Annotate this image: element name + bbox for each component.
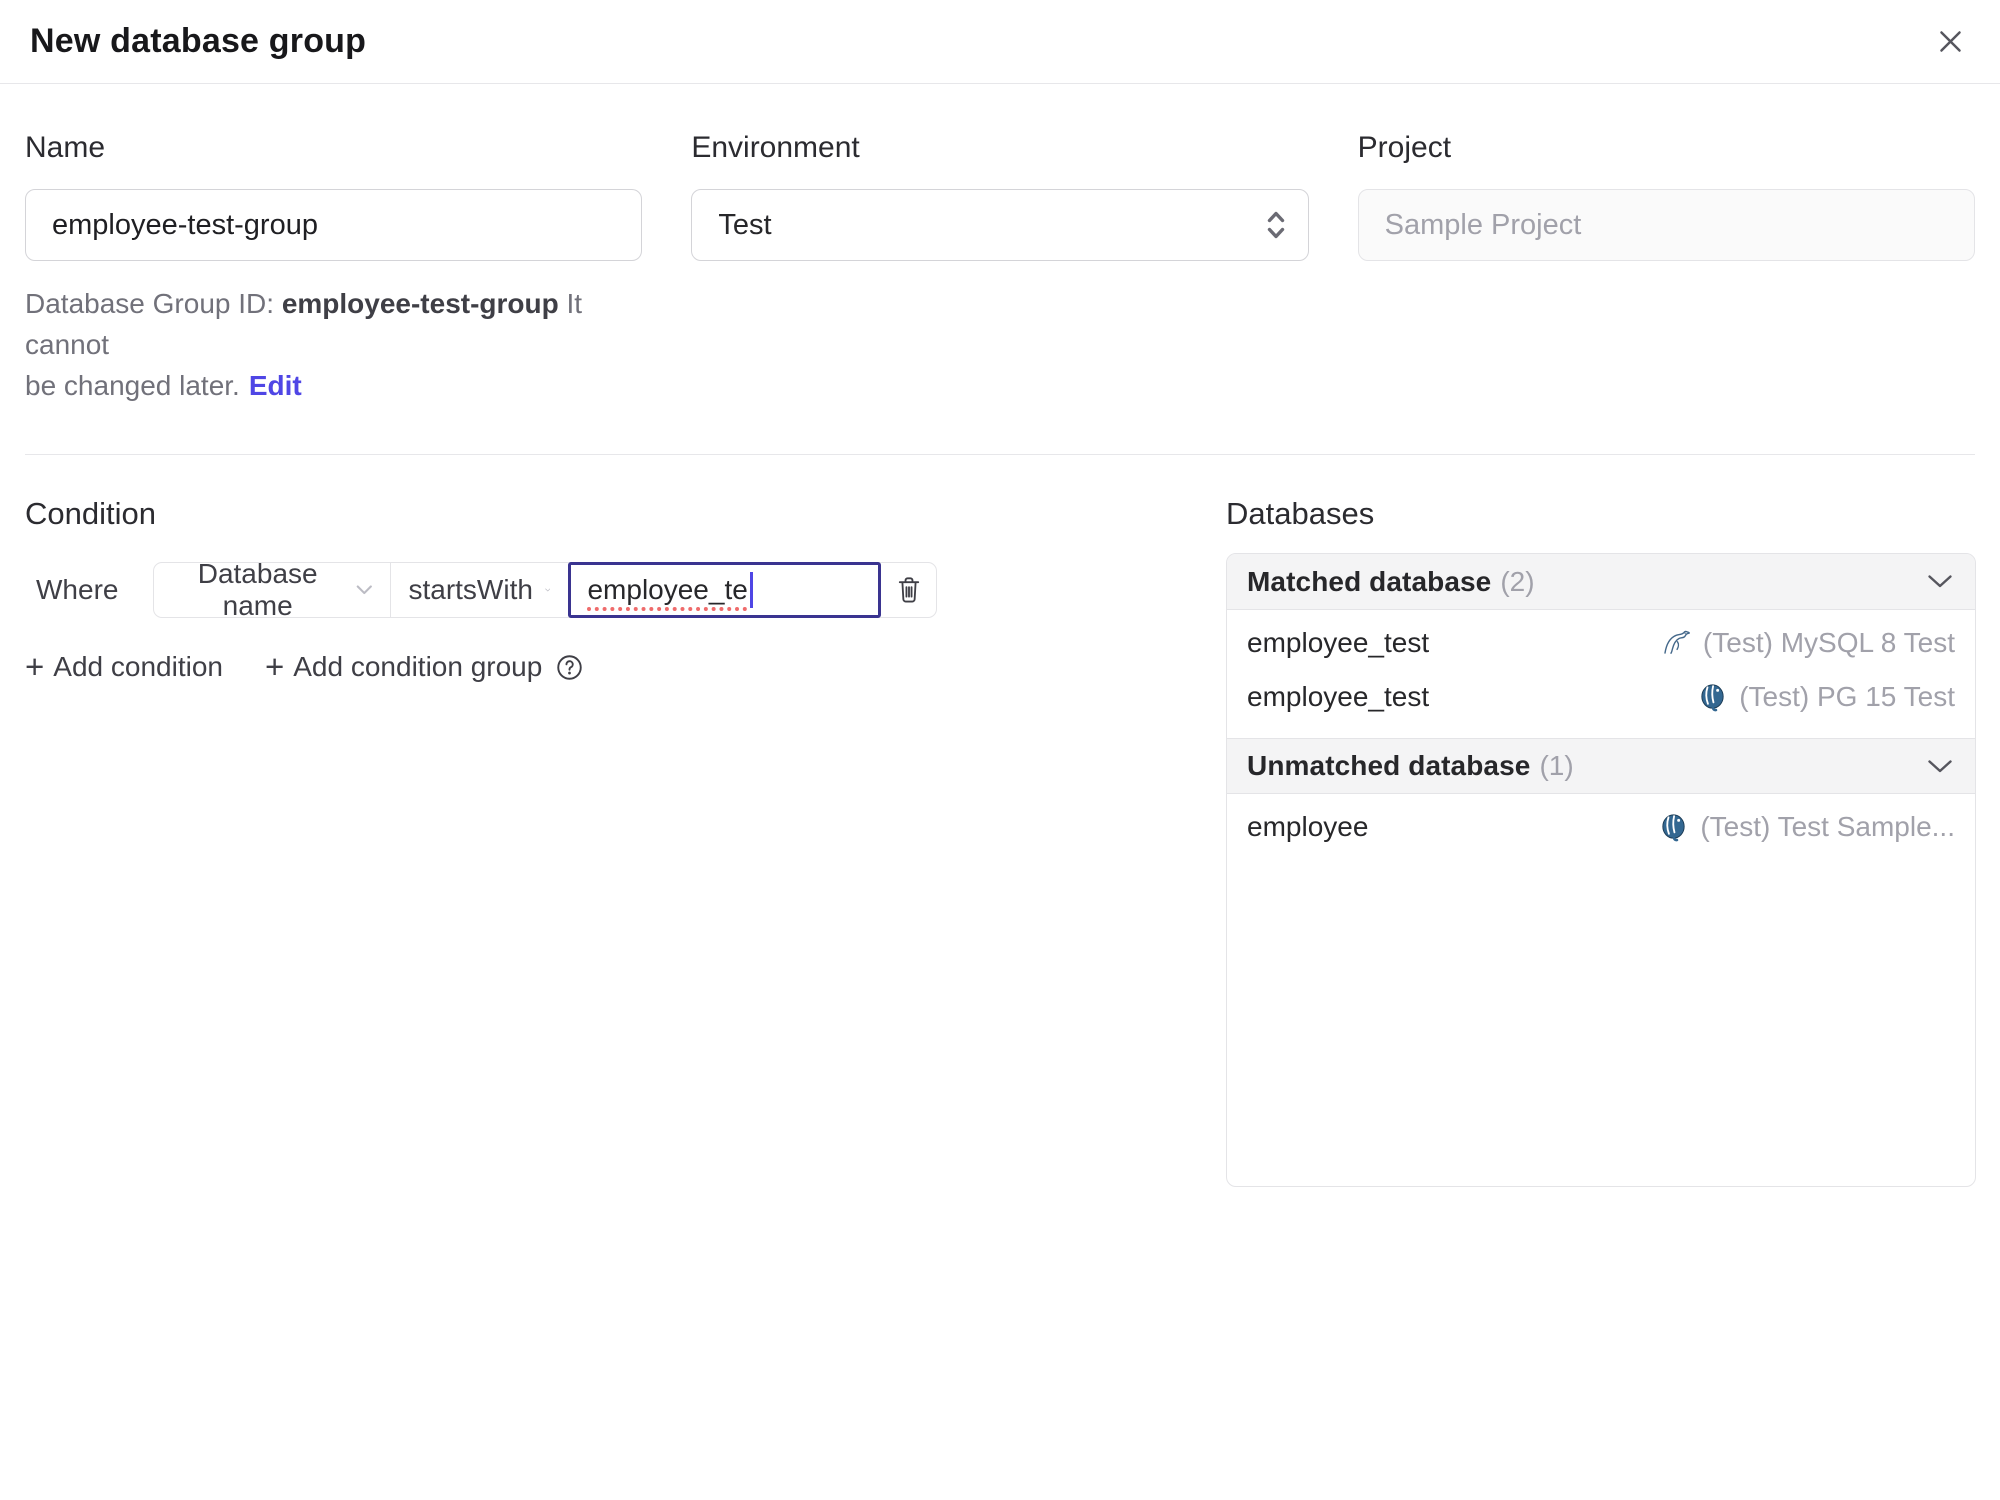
- condition-actions: + Add condition + Add condition group: [25, 648, 1226, 685]
- dialog-body: Name Database Group ID: employee-test-gr…: [0, 129, 2000, 1187]
- chevron-down-icon: [1928, 575, 1952, 588]
- condition-field-select[interactable]: Database name: [154, 558, 392, 621]
- database-instance-label: (Test) MySQL 8 Test: [1702, 627, 1955, 658]
- environment-value: Test: [718, 208, 772, 241]
- group-id-value: employee-test-group: [281, 288, 559, 319]
- question-circle-icon: [557, 654, 583, 680]
- condition-heading: Condition: [25, 496, 156, 531]
- chevron-up-down-icon: [1267, 211, 1284, 239]
- database-instance: (Test) PG 15 Test: [1697, 681, 1955, 713]
- section-divider: [25, 454, 1975, 455]
- group-id-note: Database Group ID: employee-test-group I…: [25, 283, 642, 406]
- trash-icon: [898, 577, 920, 603]
- condition-help-button[interactable]: [556, 654, 583, 681]
- database-name: employee_test: [1247, 681, 1430, 712]
- chevron-down-icon: [545, 588, 551, 592]
- unmatched-database-list: employee (Test) Test Sample...: [1227, 794, 1975, 868]
- unmatched-database-header[interactable]: Unmatched database (1): [1227, 738, 1975, 794]
- databases-heading: Databases: [1226, 496, 1375, 531]
- add-condition-group-label: Add condition group: [293, 651, 543, 682]
- mysql-dolphin-icon: [1664, 630, 1690, 654]
- chevron-down-icon: [356, 585, 372, 595]
- condition-operator-value: startsWith: [408, 574, 533, 605]
- databases-panel: Matched database (2) employee_test (Test…: [1226, 553, 1976, 1187]
- text-caret: [749, 572, 753, 608]
- database-instance-label: (Test) Test Sample...: [1700, 811, 1955, 842]
- environment-field-group: Environment Test: [691, 129, 1309, 406]
- database-instance-label: (Test) PG 15 Test: [1739, 681, 1955, 712]
- matched-database-title: Matched database: [1247, 565, 1492, 597]
- add-condition-button[interactable]: + Add condition: [25, 648, 223, 685]
- add-condition-label: Add condition: [53, 651, 223, 682]
- environment-select[interactable]: Test: [691, 189, 1309, 261]
- databases-section: Databases Matched database (2) employee_t…: [1226, 494, 1976, 1187]
- condition-value-input[interactable]: employee_te: [568, 562, 882, 618]
- condition-operator-select[interactable]: startsWith: [391, 563, 568, 617]
- unmatched-database-count: (1): [1539, 750, 1574, 781]
- note-prefix: Database Group ID:: [25, 288, 282, 319]
- database-instance: (Test) MySQL 8 Test: [1660, 627, 1955, 659]
- project-label: Project: [1357, 131, 1452, 164]
- name-label: Name: [25, 131, 106, 164]
- condition-row: Where Database name startsWith employee_…: [25, 558, 1226, 621]
- plus-icon: +: [25, 648, 45, 685]
- matched-database-count: (2): [1500, 565, 1535, 597]
- where-label: Where: [36, 574, 119, 605]
- group-form: Name Database Group ID: employee-test-gr…: [25, 129, 1975, 406]
- condition-value-text: employee_te: [587, 574, 748, 605]
- name-input[interactable]: [25, 189, 643, 261]
- environment-label: Environment: [691, 131, 860, 164]
- project-input: [1357, 189, 1975, 261]
- new-database-group-dialog: New database group Name Database Group I…: [0, 0, 2000, 1187]
- page-title: New database group: [30, 22, 367, 60]
- chevron-down-icon: [1928, 759, 1952, 772]
- delete-condition-button[interactable]: [881, 563, 936, 617]
- matched-database-list: employee_test (Test) MySQL 8 Test employ…: [1227, 610, 1975, 738]
- database-name: employee_test: [1247, 627, 1430, 658]
- dialog-header: New database group: [0, 0, 2000, 84]
- postgres-elephant-icon: [1701, 683, 1724, 711]
- database-instance: (Test) Test Sample...: [1658, 811, 1955, 843]
- postgres-elephant-icon: [1662, 813, 1685, 841]
- note-suffix-2: be changed later.: [25, 370, 240, 401]
- unmatched-database-title: Unmatched database: [1247, 750, 1531, 781]
- edit-link[interactable]: Edit: [249, 370, 302, 401]
- matched-database-header[interactable]: Matched database (2): [1227, 554, 1975, 610]
- add-condition-group-button[interactable]: + Add condition group: [264, 648, 543, 685]
- condition-section: Condition Where Database name startsWith: [25, 494, 1226, 683]
- database-row[interactable]: employee_test (Test) PG 15 Test: [1227, 670, 1975, 724]
- plus-icon: +: [264, 648, 285, 685]
- x-icon: [1939, 31, 1961, 52]
- database-name: employee: [1247, 811, 1369, 842]
- database-row[interactable]: employee_test (Test) MySQL 8 Test: [1227, 616, 1975, 670]
- close-button[interactable]: [1928, 20, 1972, 64]
- name-field-group: Name Database Group ID: employee-test-gr…: [25, 129, 643, 406]
- condition-field-value: Database name: [197, 558, 318, 621]
- project-field-group: Project: [1357, 129, 1975, 406]
- condition-expression: Database name startsWith employee_te: [153, 558, 938, 621]
- database-row[interactable]: employee (Test) Test Sample...: [1227, 800, 1975, 854]
